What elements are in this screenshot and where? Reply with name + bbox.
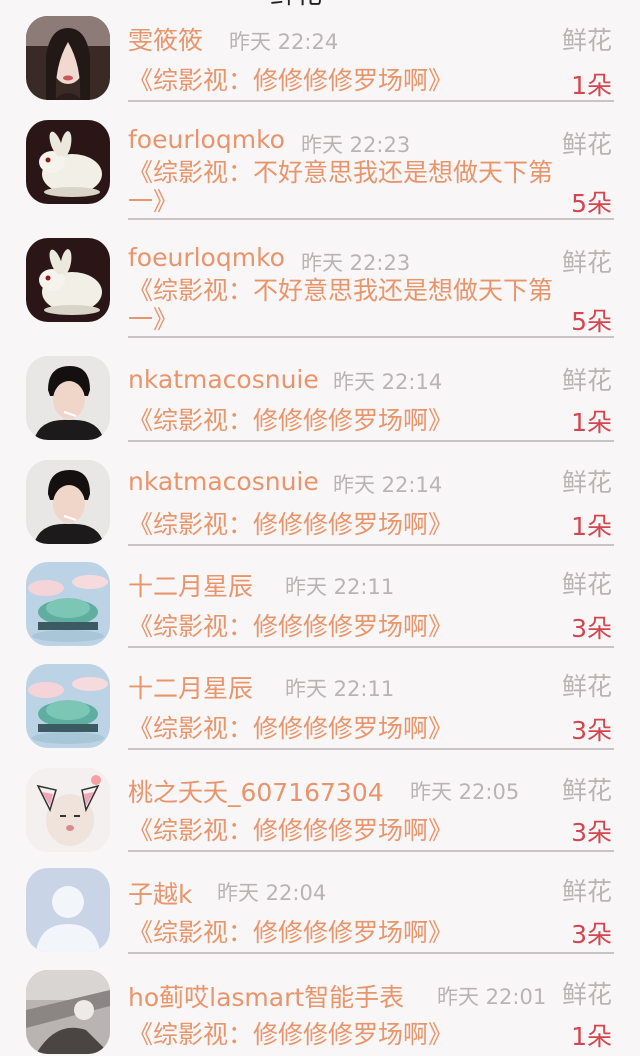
gift-count: 5朵 bbox=[571, 307, 612, 336]
user-name[interactable]: nkatmacosnuie bbox=[128, 365, 319, 394]
gift-type: 鲜花 bbox=[561, 570, 612, 599]
book-title[interactable]: 《综影视：修修修修罗场啊》 bbox=[128, 612, 558, 641]
default-person-avatar bbox=[26, 868, 110, 952]
list-item[interactable]: 十二月星辰 昨天 22:11 鲜花 《综影视：修修修修罗场啊》 3朵 bbox=[0, 562, 640, 652]
gift-type: 鲜花 bbox=[561, 468, 612, 497]
user-name[interactable]: foeurloqmko bbox=[128, 243, 285, 272]
divider bbox=[128, 218, 614, 220]
user-name[interactable]: 桃之夭夭_607167304 bbox=[128, 773, 384, 809]
landscape-island-avatar bbox=[26, 562, 110, 646]
gift-type: 鲜花 bbox=[561, 776, 612, 805]
user-name[interactable]: 十二月星辰 bbox=[128, 567, 253, 603]
gift-record-screen: 鲜花 雯筱筱 昨天 22:24 鲜花 《综影视：修修修修罗场啊》 1朵 bbox=[0, 0, 640, 1056]
avatar[interactable] bbox=[26, 460, 110, 544]
timestamp: 昨天 22:11 bbox=[285, 677, 395, 701]
divider bbox=[128, 850, 614, 852]
list-item[interactable]: foeurloqmko 昨天 22:23 鲜花 《综影视：不好意思我还是想做天下… bbox=[0, 238, 640, 342]
avatar[interactable] bbox=[26, 238, 110, 322]
avatar[interactable] bbox=[26, 16, 110, 100]
timestamp: 昨天 22:01 bbox=[437, 985, 547, 1009]
avatar[interactable] bbox=[26, 562, 110, 646]
user-name[interactable]: nkatmacosnuie bbox=[128, 467, 319, 496]
page-title: 鲜花 bbox=[270, 0, 322, 8]
book-title[interactable]: 《综影视：修修修修罗场啊》 bbox=[128, 66, 558, 95]
book-title[interactable]: 《综影视：修修修修罗场啊》 bbox=[128, 406, 558, 435]
list-item[interactable]: 十二月星辰 昨天 22:11 鲜花 《综影视：修修修修罗场啊》 3朵 bbox=[0, 664, 640, 754]
gift-count: 1朵 bbox=[571, 512, 612, 541]
list-item[interactable]: nkatmacosnuie 昨天 22:14 鲜花 《综影视：修修修修罗场啊》 … bbox=[0, 460, 640, 550]
gift-type: 鲜花 bbox=[561, 980, 612, 1009]
divider bbox=[128, 100, 614, 102]
divider bbox=[128, 748, 614, 750]
gift-type: 鲜花 bbox=[561, 248, 612, 277]
jade-rabbit-avatar bbox=[26, 120, 110, 204]
gift-count: 3朵 bbox=[571, 614, 612, 643]
timestamp: 昨天 22:05 bbox=[410, 780, 520, 804]
gift-type: 鲜花 bbox=[561, 130, 612, 159]
gift-type: 鲜花 bbox=[561, 26, 612, 55]
list-item[interactable]: 子越k 昨天 22:04 鲜花 《综影视：修修修修罗场啊》 3朵 bbox=[0, 868, 640, 958]
gift-type: 鲜花 bbox=[561, 672, 612, 701]
book-title[interactable]: 《综影视：不好意思我还是想做天下第一》 bbox=[128, 276, 558, 334]
user-name[interactable]: 十二月星辰 bbox=[128, 669, 253, 705]
list-item[interactable]: ho蓟哎lasmart智能手表 昨天 22:01 鲜花 《综影视：修修修修罗场啊… bbox=[0, 970, 640, 1056]
gift-count: 1朵 bbox=[571, 408, 612, 437]
avatar[interactable] bbox=[26, 970, 110, 1054]
gift-count: 3朵 bbox=[571, 920, 612, 949]
list-item[interactable]: foeurloqmko 昨天 22:23 鲜花 《综影视：不好意思我还是想做天下… bbox=[0, 120, 640, 224]
book-title[interactable]: 《综影视：修修修修罗场啊》 bbox=[128, 816, 558, 845]
timestamp: 昨天 22:14 bbox=[333, 473, 443, 497]
user-name[interactable]: foeurloqmko bbox=[128, 125, 285, 154]
avatar[interactable] bbox=[26, 868, 110, 952]
man-portrait-avatar bbox=[26, 356, 110, 440]
blurred-photo-avatar bbox=[26, 970, 110, 1054]
book-title[interactable]: 《综影视：修修修修罗场啊》 bbox=[128, 1020, 558, 1049]
gift-count: 5朵 bbox=[571, 189, 612, 218]
landscape-island-avatar bbox=[26, 664, 110, 748]
avatar[interactable] bbox=[26, 768, 110, 852]
gift-type: 鲜花 bbox=[561, 366, 612, 395]
gift-type: 鲜花 bbox=[561, 877, 612, 906]
divider bbox=[128, 952, 614, 954]
timestamp: 昨天 22:04 bbox=[217, 881, 327, 905]
cat-baby-avatar bbox=[26, 768, 110, 852]
timestamp: 昨天 22:23 bbox=[301, 251, 411, 275]
avatar[interactable] bbox=[26, 120, 110, 204]
timestamp: 昨天 22:24 bbox=[229, 30, 339, 54]
list-item[interactable]: 雯筱筱 昨天 22:24 鲜花 《综影视：修修修修罗场啊》 1朵 bbox=[0, 16, 640, 106]
user-name[interactable]: ho蓟哎lasmart智能手表 bbox=[128, 978, 404, 1014]
gift-count: 3朵 bbox=[571, 716, 612, 745]
gift-count: 1朵 bbox=[571, 71, 612, 100]
man-portrait-avatar bbox=[26, 460, 110, 544]
divider bbox=[128, 440, 614, 442]
divider bbox=[128, 544, 614, 546]
gift-count: 1朵 bbox=[571, 1022, 612, 1051]
header-bar: 鲜花 bbox=[0, 0, 640, 8]
book-title[interactable]: 《综影视：不好意思我还是想做天下第一》 bbox=[128, 158, 558, 216]
avatar[interactable] bbox=[26, 664, 110, 748]
girl-portrait-avatar bbox=[26, 16, 110, 100]
user-name[interactable]: 雯筱筱 bbox=[128, 21, 203, 57]
avatar[interactable] bbox=[26, 356, 110, 440]
timestamp: 昨天 22:23 bbox=[301, 133, 411, 157]
timestamp: 昨天 22:14 bbox=[333, 370, 443, 394]
book-title[interactable]: 《综影视：修修修修罗场啊》 bbox=[128, 714, 558, 743]
gift-count: 3朵 bbox=[571, 818, 612, 847]
book-title[interactable]: 《综影视：修修修修罗场啊》 bbox=[128, 510, 558, 539]
book-title[interactable]: 《综影视：修修修修罗场啊》 bbox=[128, 918, 558, 947]
timestamp: 昨天 22:11 bbox=[285, 575, 395, 599]
divider bbox=[128, 646, 614, 648]
list-item[interactable]: nkatmacosnuie 昨天 22:14 鲜花 《综影视：修修修修罗场啊》 … bbox=[0, 356, 640, 446]
divider bbox=[128, 336, 614, 338]
list-item[interactable]: 桃之夭夭_607167304 昨天 22:05 鲜花 《综影视：修修修修罗场啊》… bbox=[0, 768, 640, 858]
user-name[interactable]: 子越k bbox=[128, 875, 192, 911]
jade-rabbit-avatar bbox=[26, 238, 110, 322]
